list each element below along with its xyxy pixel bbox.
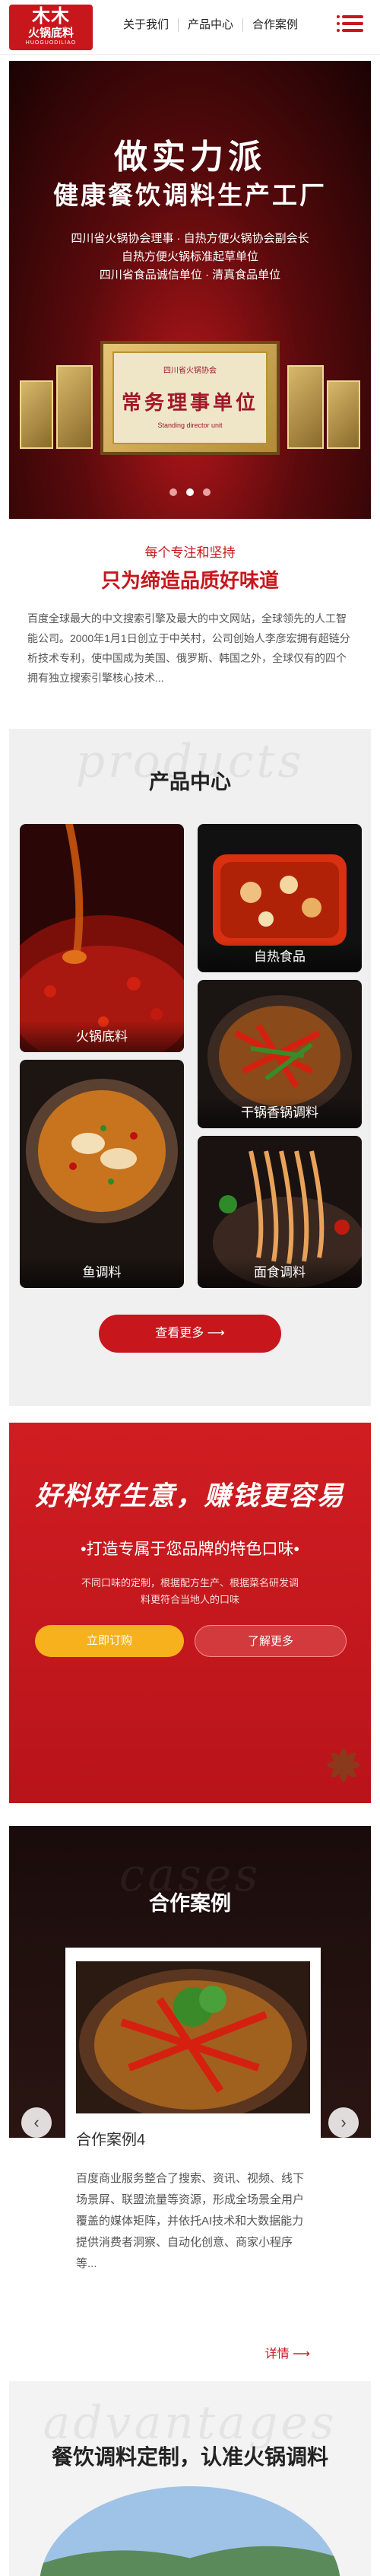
site-header: 木木 火锅底料 HUOGUODILIAO 关于我们 产品中心 合作案例 bbox=[0, 0, 380, 55]
case-title: 合作案例4 bbox=[76, 2132, 146, 2148]
plaque-side bbox=[327, 380, 360, 449]
section-title: 产品中心 bbox=[149, 771, 231, 793]
fish-seasoning-image bbox=[20, 1060, 184, 1288]
view-more-button[interactable]: 查看更多 ⟶ bbox=[99, 1315, 281, 1353]
intro-text: 百度全球最大的中文搜索引擎及最大的中文网站，全球领先的人工智能公司。2000年1… bbox=[27, 612, 350, 684]
intro-title: 只为缔造品质好味道 bbox=[100, 569, 279, 592]
carousel-dot-active[interactable] bbox=[186, 488, 194, 496]
award-plaques: 四川省火锅协会 常务理事单位 Standing director unit bbox=[9, 327, 371, 456]
nav-products[interactable]: 产品中心 bbox=[178, 18, 242, 32]
nav-cases[interactable]: 合作案例 bbox=[242, 18, 307, 32]
case-image bbox=[76, 1961, 310, 2113]
site-logo[interactable]: 木木 火锅底料 HUOGUODILIAO bbox=[9, 5, 93, 50]
credential-line: 四川省食品诚信单位 · 清真食品单位 bbox=[99, 269, 281, 281]
product-label: 干锅香锅调料 bbox=[198, 1097, 362, 1128]
product-card-fish[interactable]: 鱼调料 bbox=[20, 1060, 184, 1288]
plaque-org: 四川省火锅协会 bbox=[163, 367, 217, 375]
product-label: 面食调料 bbox=[198, 1257, 362, 1288]
case-detail-link[interactable]: 详情 ⟶ bbox=[265, 2343, 310, 2361]
carousel-dots bbox=[9, 488, 371, 496]
product-center: products 产品中心 火锅底料 自热食品 干锅香锅调料 鱼调料 面食调料 … bbox=[9, 729, 371, 1406]
product-label: 鱼调料 bbox=[20, 1257, 184, 1288]
product-card-self-heating[interactable]: 自热食品 bbox=[198, 824, 362, 972]
plaque-title: 常务理事单位 bbox=[121, 392, 258, 415]
product-label: 火锅底料 bbox=[20, 1021, 184, 1052]
logo-name: 火锅底料 bbox=[27, 27, 74, 40]
intro-section: 每个专注和坚持 只为缔造品质好味道 百度全球最大的中文搜索引擎及最大的中文网站，… bbox=[0, 542, 380, 688]
advantages-section: advantages 餐饮调料定制，认准火锅调料 bbox=[9, 2381, 371, 2576]
plaque-en: Standing director unit bbox=[157, 421, 223, 429]
product-label: 自热食品 bbox=[198, 941, 362, 972]
banner-subheadline: 健康餐饮调料生产工厂 bbox=[53, 180, 327, 210]
plaque-side bbox=[56, 365, 93, 449]
promo-slogan: 好料好生意，赚钱更容易 bbox=[35, 1480, 345, 1512]
logo-mark: 木木 bbox=[32, 5, 70, 27]
promo-section: 好料好生意，赚钱更容易 •打造专属于您品牌的特色口味• 不同口味的定制，根据配方… bbox=[9, 1423, 371, 1803]
section-title: 餐饮调料定制，认准火锅调料 bbox=[51, 2445, 328, 2469]
product-card-noodle[interactable]: 面食调料 bbox=[198, 1136, 362, 1288]
plaque-main: 四川省火锅协会 常务理事单位 Standing director unit bbox=[100, 341, 280, 455]
logo-pinyin: HUOGUODILIAO bbox=[25, 40, 77, 46]
learn-more-button[interactable]: 了解更多 bbox=[195, 1625, 347, 1657]
hero-banner[interactable]: 做实力派 健康餐饮调料生产工厂 四川省火锅协会理事 · 自热方便火锅协会副会长 … bbox=[9, 61, 371, 519]
factory-image bbox=[40, 2486, 340, 2576]
case-card[interactable]: 合作案例4 百度商业服务整合了搜索、资讯、视频、线下场景屏、联盟流量等资源，形成… bbox=[65, 1948, 321, 2374]
prev-arrow-icon[interactable]: ‹ bbox=[21, 2107, 52, 2138]
product-card-dry-pot[interactable]: 干锅香锅调料 bbox=[198, 980, 362, 1128]
main-nav: 关于我们 产品中心 合作案例 bbox=[114, 18, 307, 32]
promo-text: 不同口味的定制，根据配方生产、根据菜名研发调 料更符合当地人的口味 bbox=[81, 1577, 299, 1605]
hotpot-oil-image bbox=[20, 824, 184, 1052]
banner-credentials: 四川省火锅协会理事 · 自热方便火锅协会副会长 自热方便火锅标准起草单位 四川省… bbox=[9, 230, 371, 285]
case-description: 百度商业服务整合了搜索、资讯、视频、线下场景屏、联盟流量等资源，形成全场景全用户… bbox=[76, 2172, 305, 2270]
plaque-side bbox=[20, 380, 53, 449]
intro-kicker: 每个专注和坚持 bbox=[144, 545, 236, 560]
product-card-hotpot-base[interactable]: 火锅底料 bbox=[20, 824, 184, 1052]
plaque-side bbox=[287, 365, 324, 449]
star-anise-icon bbox=[327, 1748, 360, 1782]
banner-headline: 做实力派 bbox=[114, 138, 266, 177]
carousel-dot[interactable] bbox=[203, 488, 211, 496]
credential-line: 四川省火锅协会理事 · 自热方便火锅协会副会长 bbox=[71, 232, 309, 245]
carousel-dot[interactable] bbox=[169, 488, 177, 496]
order-now-button[interactable]: 立即订购 bbox=[35, 1625, 184, 1657]
credential-line: 自热方便火锅标准起草单位 bbox=[121, 250, 258, 263]
menu-icon[interactable] bbox=[342, 15, 363, 35]
section-title: 合作案例 bbox=[149, 1892, 231, 1915]
next-arrow-icon[interactable]: › bbox=[328, 2107, 359, 2138]
nav-about[interactable]: 关于我们 bbox=[114, 18, 178, 32]
promo-subtitle: •打造专属于您品牌的特色口味• bbox=[81, 1541, 299, 1558]
